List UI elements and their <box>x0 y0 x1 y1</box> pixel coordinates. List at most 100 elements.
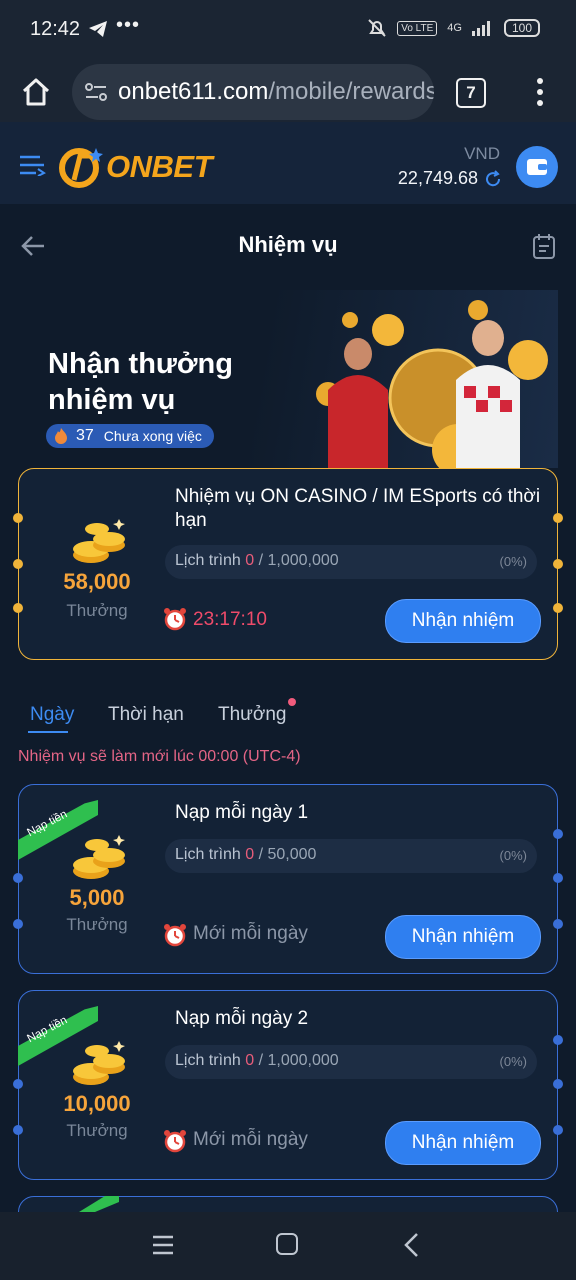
tab-daily[interactable]: Ngày <box>30 704 74 726</box>
reward-label: Thưởng <box>66 915 128 934</box>
card-notch <box>13 559 23 569</box>
menu-icon[interactable] <box>18 154 46 176</box>
incomplete-tasks-badge[interactable]: 37 Chưa xong việc <box>46 424 214 448</box>
schedule-text: Mới mỗi ngày <box>193 923 308 944</box>
progress-bar: Lịch trình 0 / 50,000 (0%) <box>165 839 537 873</box>
progress-percent: (0%) <box>499 554 527 569</box>
task-title: Nạp mỗi ngày 1 <box>175 802 309 823</box>
alarm-clock-icon <box>164 924 186 947</box>
page-title: Nhiệm vụ <box>238 232 338 257</box>
wallet-button[interactable] <box>516 146 558 188</box>
reward-label: Thưởng <box>66 1121 128 1140</box>
system-nav-bar <box>0 1212 576 1280</box>
progress-current: 0 <box>245 846 255 863</box>
telegram-icon <box>89 21 107 37</box>
task-title: Nhiệm vụ ON CASINO / IM ESports có thời … <box>175 486 541 531</box>
incomplete-label: Chưa xong việc <box>103 428 202 444</box>
progress-label: Lịch trình <box>175 552 241 569</box>
card-notch <box>553 873 563 883</box>
progress-current: 0 <box>245 552 255 569</box>
progress-label: Lịch trình <box>175 1052 241 1069</box>
app-header: ONBET VND 22,749.68 <box>0 122 576 204</box>
refresh-icon[interactable] <box>484 170 502 188</box>
url-text: onbet611.com/mobile/rewards <box>118 78 434 106</box>
network-type: 4G <box>447 22 462 34</box>
card-notch <box>553 559 563 569</box>
progress-text: Lịch trình 0 / 1,000,000 <box>175 552 339 570</box>
tab-switcher-button[interactable]: 7 <box>456 78 486 108</box>
status-bar: 12:42 ••• Vo LTE 4G 100 <box>0 0 576 62</box>
nav-back-icon[interactable] <box>402 1232 420 1258</box>
card-notch <box>553 603 563 613</box>
status-more-dots: ••• <box>116 14 141 36</box>
progress-bar: Lịch trình 0 / 1,000,000 (0%) <box>165 1045 537 1079</box>
home-icon[interactable] <box>20 76 52 108</box>
url-path: /mobile/rewards <box>268 78 434 105</box>
signal-icon <box>471 21 490 36</box>
featured-task-card: 58,000 Thưởng Nhiệm vụ ON CASINO / IM ES… <box>13 468 563 660</box>
address-bar[interactable]: onbet611.com/mobile/rewards <box>72 64 434 120</box>
incomplete-count: 37 <box>76 427 94 444</box>
card-notch <box>553 1035 563 1045</box>
fire-icon <box>55 428 67 444</box>
daily-task-card: Nạp tiền 5,000 Thưởng Nạp mỗi ngày 1 Lịc… <box>13 784 563 974</box>
volte-badge: Vo LTE <box>397 20 438 36</box>
progress-target: / 1,000,000 <box>254 1052 339 1069</box>
reward-amount: 58,000 <box>63 569 131 594</box>
progress-text: Lịch trình 0 / 1,000,000 <box>175 1052 339 1070</box>
active-tab-indicator <box>28 731 68 733</box>
nav-recents-icon[interactable] <box>152 1234 174 1256</box>
reward-amount: 10,000 <box>63 1091 131 1116</box>
reward-amount: 5,000 <box>69 885 125 910</box>
progress-target: / 50,000 <box>254 846 317 863</box>
accept-task-button[interactable]: Nhận nhiệm <box>385 1121 541 1165</box>
onbet-logo[interactable]: ONBET <box>58 144 213 190</box>
calendar-icon[interactable] <box>532 232 556 260</box>
card-notch <box>13 1079 23 1089</box>
schedule-text: Mới mỗi ngày <box>193 1129 308 1150</box>
tab-rewards[interactable]: Thưởng <box>218 704 287 726</box>
balance-amount: 22,749.68 <box>397 168 478 188</box>
card-notch <box>553 1125 563 1135</box>
more-vert-icon[interactable] <box>530 74 550 110</box>
bell-muted-icon <box>368 19 386 37</box>
countdown-timer: 23:17:10 <box>193 609 267 630</box>
accept-task-button[interactable]: Nhận nhiệm <box>385 599 541 643</box>
card-notch <box>13 603 23 613</box>
browser-toolbar: onbet611.com/mobile/rewards 7 <box>0 62 576 122</box>
url-domain: onbet611.com <box>118 78 269 105</box>
card-notch <box>553 919 563 929</box>
coins-icon <box>73 835 125 879</box>
notification-dot <box>288 698 296 706</box>
progress-target: / 1,000,000 <box>254 552 339 569</box>
nav-home-icon[interactable] <box>276 1233 298 1255</box>
tab-limited[interactable]: Thời hạn <box>108 704 184 726</box>
logo-mark <box>59 148 103 188</box>
card-notch <box>13 513 23 523</box>
rewards-banner: Nhận thưởng nhiệm vụ 37 Chưa xong việc <box>18 290 558 468</box>
card-notch <box>553 513 563 523</box>
progress-percent: (0%) <box>499 848 527 863</box>
banner-title: Nhận thưởng nhiệm vụ <box>48 348 233 416</box>
deposit-ribbon <box>79 1196 119 1212</box>
task-title: Nạp mỗi ngày 2 <box>175 1008 309 1029</box>
alarm-clock-icon <box>164 608 186 631</box>
currency-label: VND <box>464 144 500 163</box>
banner-illustration <box>316 300 548 468</box>
card-notch <box>553 829 563 839</box>
battery-level: 100 <box>503 19 540 37</box>
card-notch <box>13 873 23 883</box>
progress-text: Lịch trình 0 / 50,000 <box>175 846 316 864</box>
card-notch <box>13 919 23 929</box>
reward-label: Thưởng <box>66 601 128 620</box>
coins-icon <box>73 1041 125 1085</box>
progress-current: 0 <box>245 1052 255 1069</box>
tune-icon[interactable] <box>84 82 108 102</box>
progress-label: Lịch trình <box>175 846 241 863</box>
status-time: 12:42 <box>30 18 81 40</box>
refresh-note: Nhiệm vụ sẽ làm mới lúc 00:00 (UTC-4) <box>18 748 301 765</box>
daily-task-card: Nạp tiền 10,000 Thưởng Nạp mỗi ngày 2 Lị… <box>13 990 563 1180</box>
card-notch <box>13 1125 23 1135</box>
progress-bar: Lịch trình 0 / 1,000,000 (0%) <box>165 545 537 579</box>
accept-task-button[interactable]: Nhận nhiệm <box>385 915 541 959</box>
